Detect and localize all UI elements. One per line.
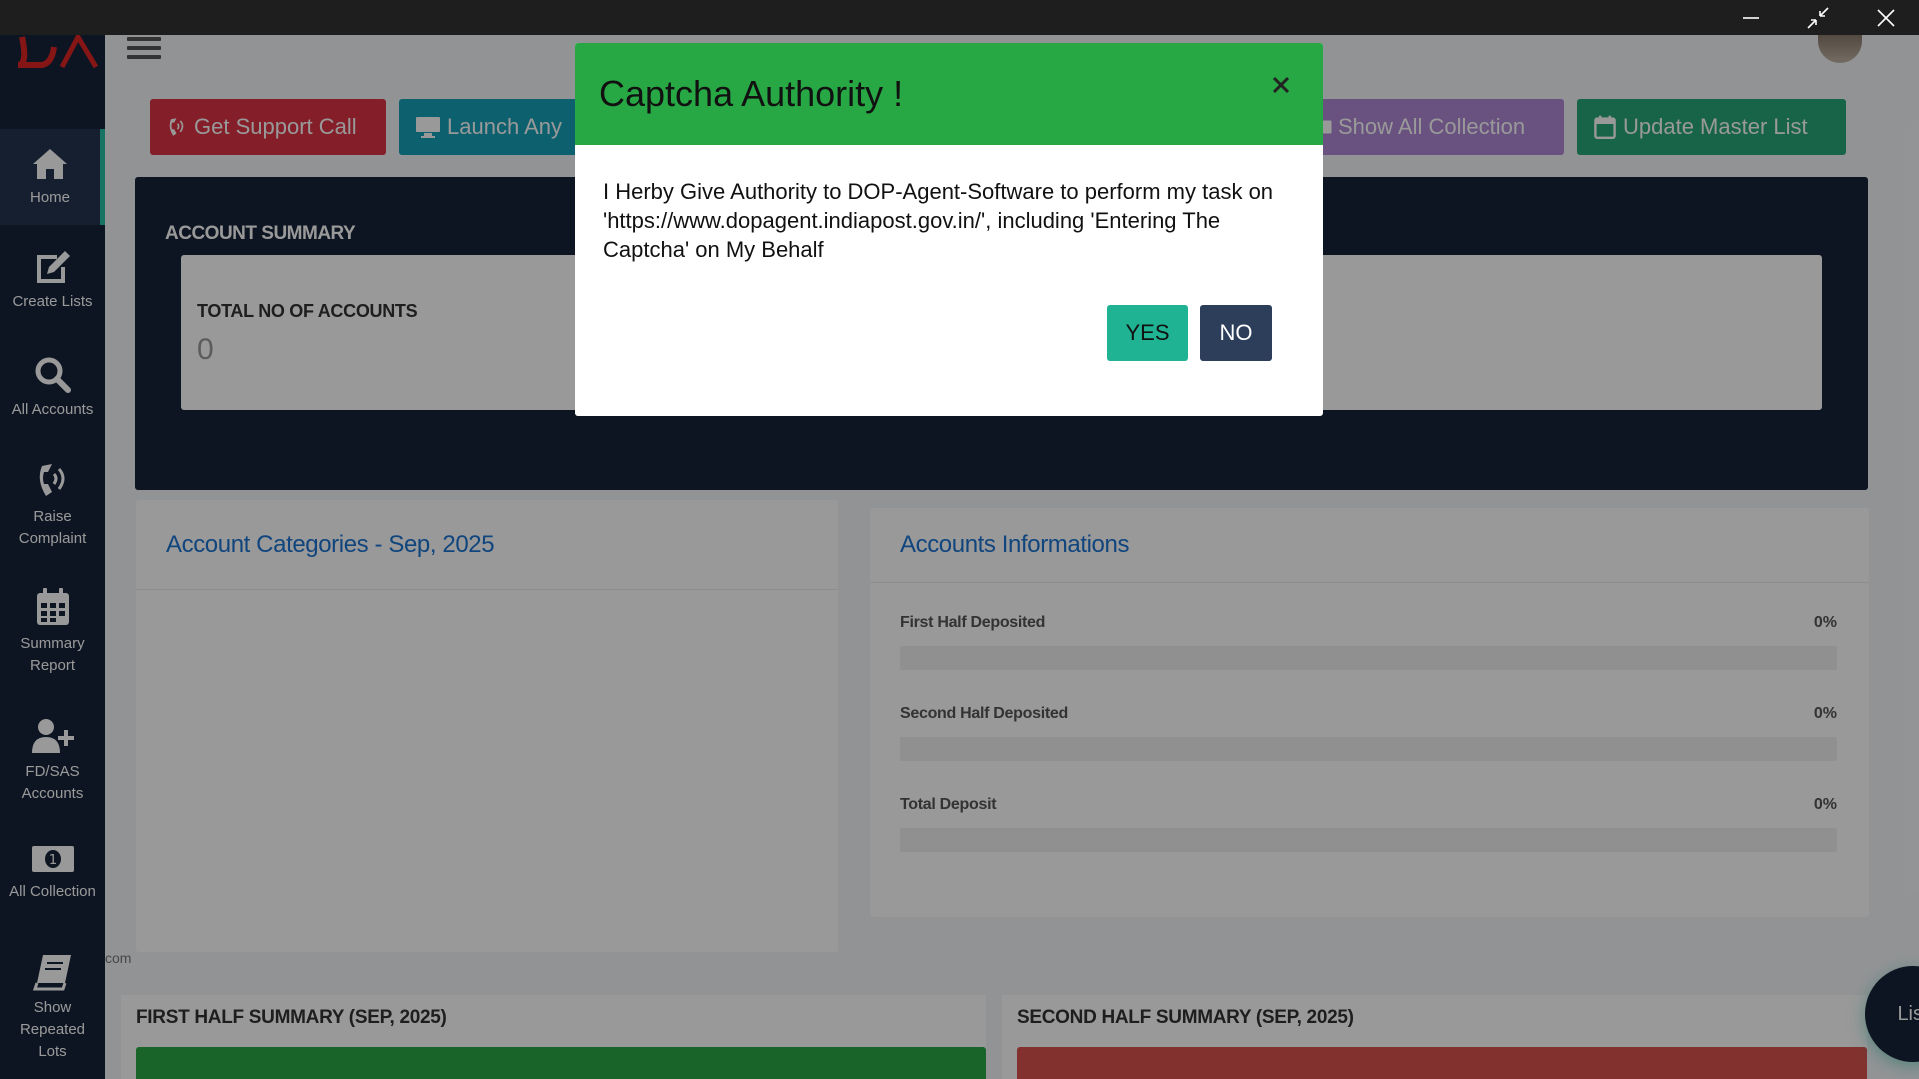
yes-button[interactable]: YES bbox=[1107, 305, 1188, 361]
captcha-authority-dialog: Captcha Authority ! I Herby Give Authori… bbox=[575, 43, 1323, 416]
restore-icon[interactable] bbox=[1790, 0, 1846, 35]
dialog-close-icon[interactable] bbox=[1263, 67, 1299, 103]
minimize-icon[interactable] bbox=[1723, 0, 1779, 35]
no-button[interactable]: NO bbox=[1200, 305, 1272, 361]
dialog-header: Captcha Authority ! bbox=[575, 43, 1323, 145]
close-icon[interactable] bbox=[1858, 0, 1914, 35]
dialog-message: I Herby Give Authority to DOP-Agent-Soft… bbox=[603, 179, 1274, 262]
window-titlebar bbox=[0, 0, 1919, 35]
dialog-title: Captcha Authority ! bbox=[599, 73, 904, 114]
